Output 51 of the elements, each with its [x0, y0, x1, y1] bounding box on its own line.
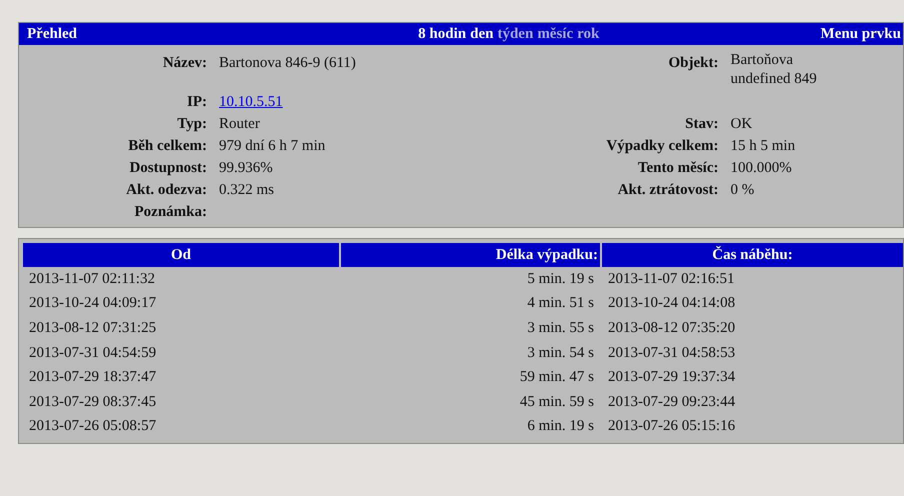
field-label: Tento měsíc:: [636, 159, 718, 177]
panel-title: Přehled: [27, 26, 77, 42]
field-label: Stav:: [684, 115, 718, 133]
table-cell-text: 2013-07-31 04:54:59: [28, 344, 158, 363]
table-cell-text: 2013-11-07 02:16:51: [607, 270, 736, 289]
field-value: 15 h 5 min: [730, 137, 796, 155]
field-label: Akt. ztrátovost:: [616, 181, 718, 199]
period-link[interactable]: den: [470, 26, 494, 42]
table-cell-text: 2013-08-12 07:35:20: [607, 318, 736, 338]
table-cell-text: 2013-07-29 18:37:47: [28, 368, 158, 388]
table-cell-text: 59 min. 47 s: [518, 368, 595, 388]
field-value: Bartoňova undefined 849: [730, 51, 818, 89]
ip-link[interactable]: 10.10.5.51: [219, 90, 283, 111]
table-cell-text: 2013-07-26 05:08:57: [28, 417, 158, 436]
field-value: 0.322 ms: [219, 181, 276, 199]
field-label: Výpadky celkem:: [605, 137, 718, 155]
table-cell-text: 4 min. 51 s: [526, 294, 595, 314]
table-cell-text: 2013-07-26 05:15:16: [607, 417, 736, 436]
table-cell-text: 5 min. 19 s: [526, 270, 595, 289]
table-cell-text: 2013-07-29 08:37:45: [28, 392, 158, 412]
field-value: OK: [730, 115, 754, 133]
table-cell-text: 45 min. 59 s: [518, 392, 595, 412]
field-label: Typ:: [176, 115, 207, 133]
table-cell-text: 2013-07-29 09:23:44: [607, 392, 736, 412]
field-label: Poznámka:: [134, 203, 207, 221]
field-label: Dostupnost:: [128, 159, 207, 177]
table-cell-text: 2013-08-12 07:31:25: [28, 318, 158, 338]
table-cell-text: 2013-11-07 02:11:32: [28, 270, 156, 289]
field-label: Název:: [162, 54, 207, 72]
field-value: 100.000%: [730, 159, 793, 177]
field-label: Objekt:: [668, 54, 718, 72]
table-cell-text: 2013-07-29 19:37:34: [607, 368, 736, 388]
table-cell-text: 2013-10-24 04:14:08: [607, 294, 736, 314]
table-cell-text: 6 min. 19 s: [526, 417, 595, 436]
table-cell-text: 3 min. 54 s: [526, 344, 595, 363]
menu-link[interactable]: Menu prvku: [820, 26, 901, 42]
column-header: Délka výpadku:: [341, 243, 600, 267]
table-cell-text: 3 min. 55 s: [526, 318, 595, 338]
table-cell-text: 2013-10-24 04:09:17: [28, 294, 158, 314]
column-header: Od: [23, 243, 339, 267]
field-value: 99.936%: [219, 159, 274, 177]
field-label: IP:: [186, 93, 207, 111]
period-link[interactable]: 8 hodin: [418, 26, 466, 42]
table-cell-text: 2013-07-31 04:58:53: [607, 344, 736, 363]
field-value: 0 %: [730, 181, 756, 199]
field-value: 979 dní 6 h 7 min: [219, 137, 326, 155]
field-value: Bartonova 846-9 (611): [219, 54, 357, 72]
field-label: Akt. odezva:: [125, 181, 207, 199]
column-header: Čas náběhu:: [602, 243, 903, 267]
field-value: Router: [219, 115, 261, 133]
field-label: Běh celkem:: [127, 137, 207, 155]
